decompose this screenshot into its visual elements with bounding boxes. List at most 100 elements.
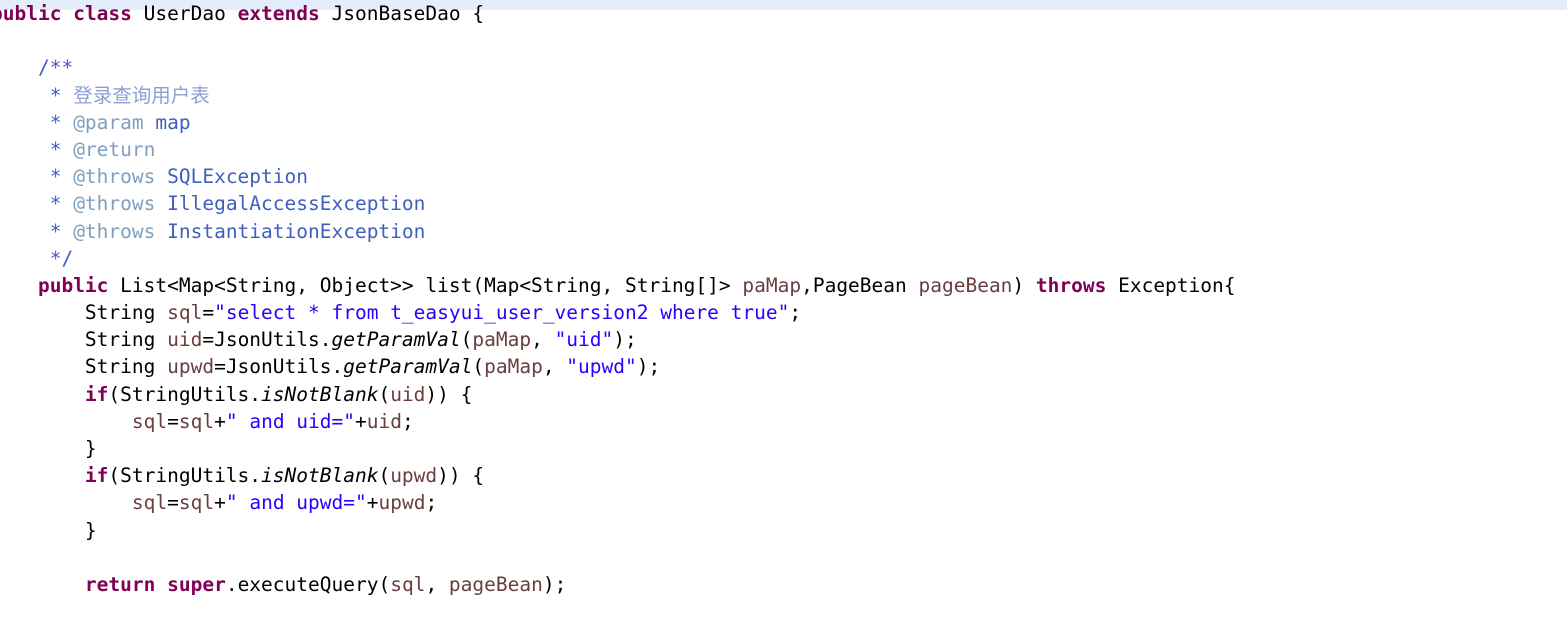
code-line[interactable] [0,544,1558,571]
code-token: @throws [73,165,156,189]
code-token: /** [37,56,74,80]
code-token: @throws [73,192,156,216]
code-token: * [49,165,62,189]
code-token: paMap [484,355,543,379]
code-line[interactable]: } [0,435,1558,462]
code-token: UserDao [131,2,238,25]
code-line[interactable]: * @param map [0,109,1558,136]
code-token: isNotBlank [261,464,379,488]
code-token: upwd [378,491,426,515]
code-token: =JsonUtils. [202,328,332,352]
code-token: sql [131,491,168,515]
code-line[interactable]: * @return [0,136,1558,163]
code-line[interactable]: sql=sql+" and upwd="+upwd; [0,489,1558,516]
code-token: "uid" [554,328,614,352]
code-line[interactable]: String upwd=JsonUtils.getParamVal(paMap,… [0,353,1558,380]
code-line[interactable]: public List<Map<String, Object>> list(Ma… [0,272,1558,299]
code-token: uid [366,409,402,433]
code-token: InstantiationException [155,219,426,243]
code-token: SQLException [155,165,308,189]
code-token: pageBean [448,572,543,596]
code-token: if [84,464,109,488]
code-token: throws [1035,273,1107,297]
code-line[interactable] [0,27,1558,54]
code-token: public [37,273,109,297]
code-line[interactable]: if(StringUtils.isNotBlank(uid)) { [0,381,1558,408]
code-token: 登录查询用户表 [73,83,210,107]
code-token: ); [613,328,637,352]
code-line[interactable]: sql=sql+" and uid="+uid; [0,408,1558,435]
code-token: JsonBaseDao { [319,2,485,25]
code-token: )) { [437,464,485,488]
code-token: paMap [472,328,532,352]
code-token: sql [390,572,426,596]
code-token: upwd [390,464,438,488]
code-line[interactable]: return super.executeQuery(sql, pageBean)… [0,571,1558,598]
code-token: sql [178,491,215,515]
code-token: getParamVal [331,328,461,352]
code-token: .executeQuery( [225,572,391,596]
code-token: * [49,137,62,161]
code-token: ; [425,491,438,515]
code-line[interactable]: /** [0,54,1558,81]
code-token: IllegalAccessException [155,192,426,216]
code-token: = [202,301,215,325]
code-line[interactable]: * @throws IllegalAccessException [0,190,1558,217]
code-line[interactable]: * @throws InstantiationException [0,218,1558,245]
code-token: ); [542,572,567,596]
code-token: @return [73,137,156,161]
code-token: getParamVal [343,355,473,379]
code-token: ( [378,464,391,488]
code-token: String [0,301,168,325]
code-token: pageBean [918,273,1013,297]
code-token: uid [390,382,426,406]
code-token: = [167,409,179,433]
code-line[interactable]: } [0,517,1558,544]
code-token: String [0,355,168,379]
code-token: ,PageBean [801,273,919,297]
code-token: " and upwd=" [225,491,367,515]
code-token: isNotBlank [261,382,379,406]
code-token: sql [167,301,203,325]
code-token: =JsonUtils. [214,355,344,379]
code-token: uid [167,328,203,352]
code-token: if [84,382,109,406]
code-token: } [0,518,97,542]
code-token: ; [789,301,802,325]
code-token: )) { [425,382,473,406]
code-line[interactable]: if(StringUtils.isNotBlank(upwd)) { [0,462,1558,489]
code-token: "select * from t_easyui_user_version2 wh… [214,301,790,325]
code-token: return [84,572,156,596]
code-editor[interactable]: public class UserDao extends JsonBaseDao… [0,0,1567,626]
code-token: List<Map<String, Object>> list(Map<Strin… [108,273,743,297]
code-token: (StringUtils. [108,464,262,488]
code-token: * [49,219,62,243]
code-token: , [531,328,555,352]
code-token: + [366,491,379,515]
code-token: } [0,437,97,460]
code-line[interactable]: String uid=JsonUtils.getParamVal(paMap, … [0,326,1558,353]
code-token: , [542,355,567,379]
code-token: upwd [167,355,215,379]
code-line[interactable]: */ [0,245,1558,272]
code-line[interactable]: public class UserDao extends JsonBaseDao… [0,0,1558,27]
code-token: paMap [742,273,802,297]
code-token: "upwd" [566,355,637,379]
code-token: @throws [73,219,156,243]
code-line[interactable]: * @throws SQLException [0,163,1558,190]
code-text-area[interactable]: public class UserDao extends JsonBaseDao… [0,0,1558,598]
code-token: + [355,409,367,433]
code-token: * [49,192,62,216]
code-token: = [167,491,179,515]
code-token: ( [472,355,485,379]
code-token: * [49,83,62,107]
code-token: + [214,491,226,515]
code-token: ( [378,382,391,406]
code-line[interactable]: String sql="select * from t_easyui_user_… [0,299,1558,326]
code-line[interactable]: * 登录查询用户表 [0,82,1558,109]
